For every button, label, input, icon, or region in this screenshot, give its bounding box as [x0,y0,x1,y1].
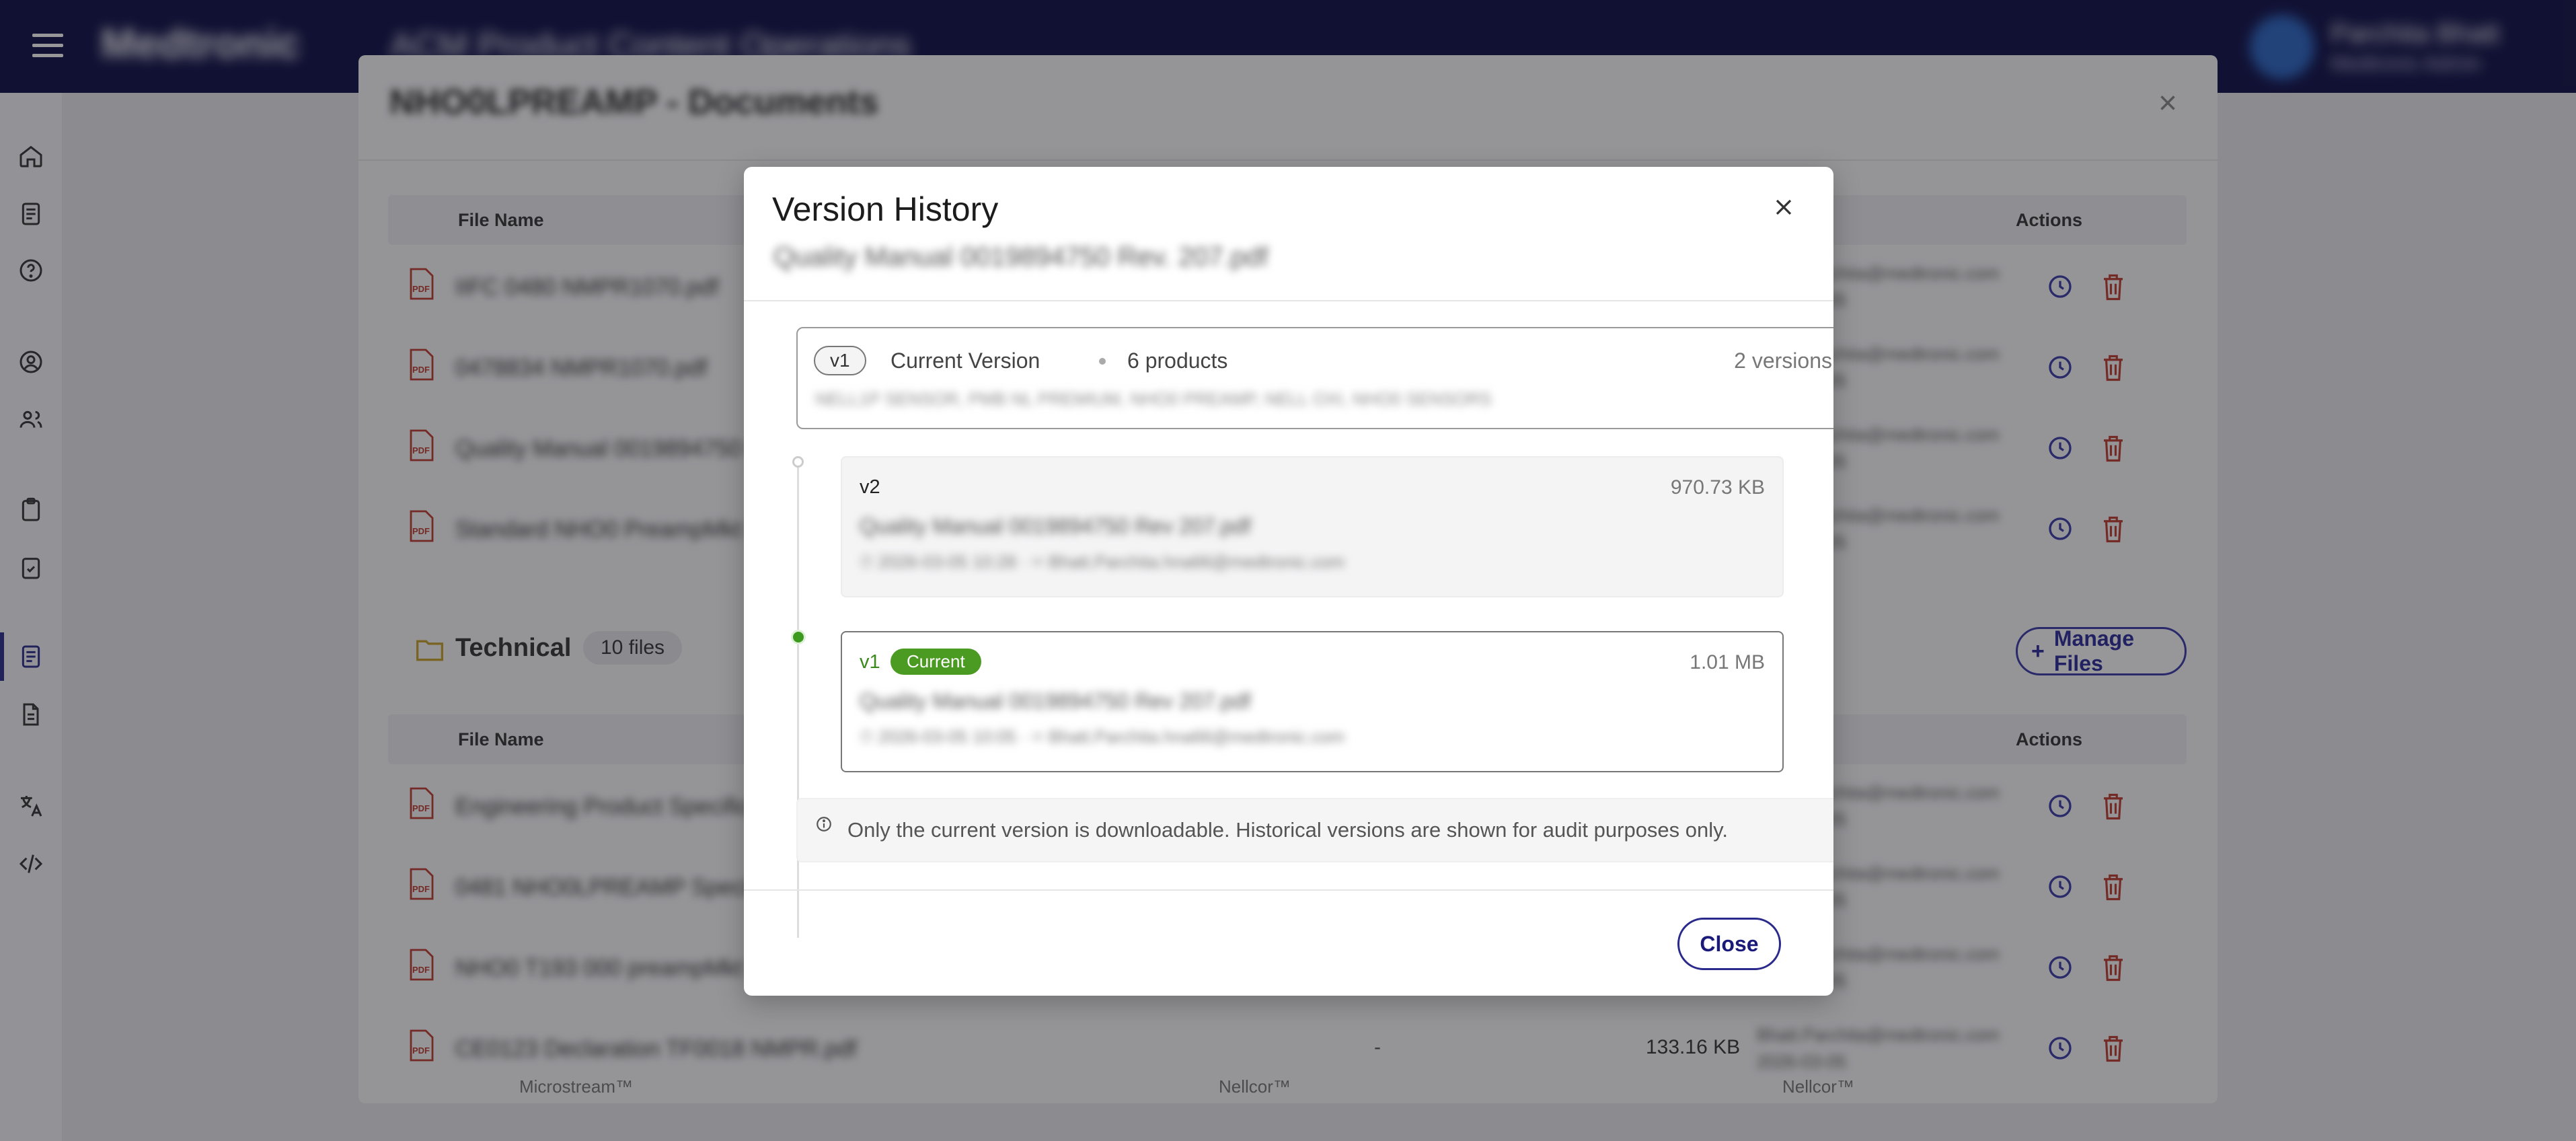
dialog-title: Version History [772,190,999,228]
timeline-dot [792,456,804,468]
product-list: NELL1P SENSOR, PMB NL PREMIUM, NHO0 PREA… [815,389,1492,409]
current-version-label: Current Version [891,348,1040,373]
timeline-line [797,463,799,938]
version-meta: ⏱ 2026-03-05 10:28 · ✉ Bhatt.Parchita.hn… [860,552,1344,572]
product-count: 6 products [1127,348,1228,373]
close-icon[interactable] [1770,194,1797,221]
info-notice: Only the current version is downloadable… [796,798,1833,862]
version-size: 1.01 MB [1690,651,1765,673]
version-number: v1 [860,651,880,673]
info-icon [817,817,831,832]
version-number: v2 [860,476,880,498]
current-badge: Current [891,649,981,675]
info-text: Only the current version is downloadable… [847,818,1728,842]
versions-count: 2 versions [1734,348,1832,373]
version-file-name: Quality Manual 0019894750 Rev 207.pdf [860,514,1251,538]
version-card-v2: v2 970.73 KB Quality Manual 0019894750 R… [841,456,1784,597]
version-size: 970.73 KB [1670,476,1765,499]
version-file-name: Quality Manual 0019894750 Rev 207.pdf [860,689,1251,713]
version-card-v1: v1 Current 1.01 MB Quality Manual 001989… [841,631,1784,772]
version-badge: v1 [814,346,866,375]
close-button[interactable]: Close [1677,918,1781,970]
version-history-dialog: Version History Quality Manual 001989475… [744,167,1833,996]
divider [744,300,1833,301]
timeline-dot-current [791,630,806,645]
divider [744,889,1833,891]
current-version-card: v1 Current Version 6 products 2 versions… [796,327,1833,429]
dialog-subtitle: Quality Manual 0019894750 Rev. 207.pdf [773,242,1268,272]
version-meta: ⏱ 2026-03-05 10:05 · ✉ Bhatt.Parchita.hn… [860,727,1344,747]
separator-dot [1099,358,1106,365]
